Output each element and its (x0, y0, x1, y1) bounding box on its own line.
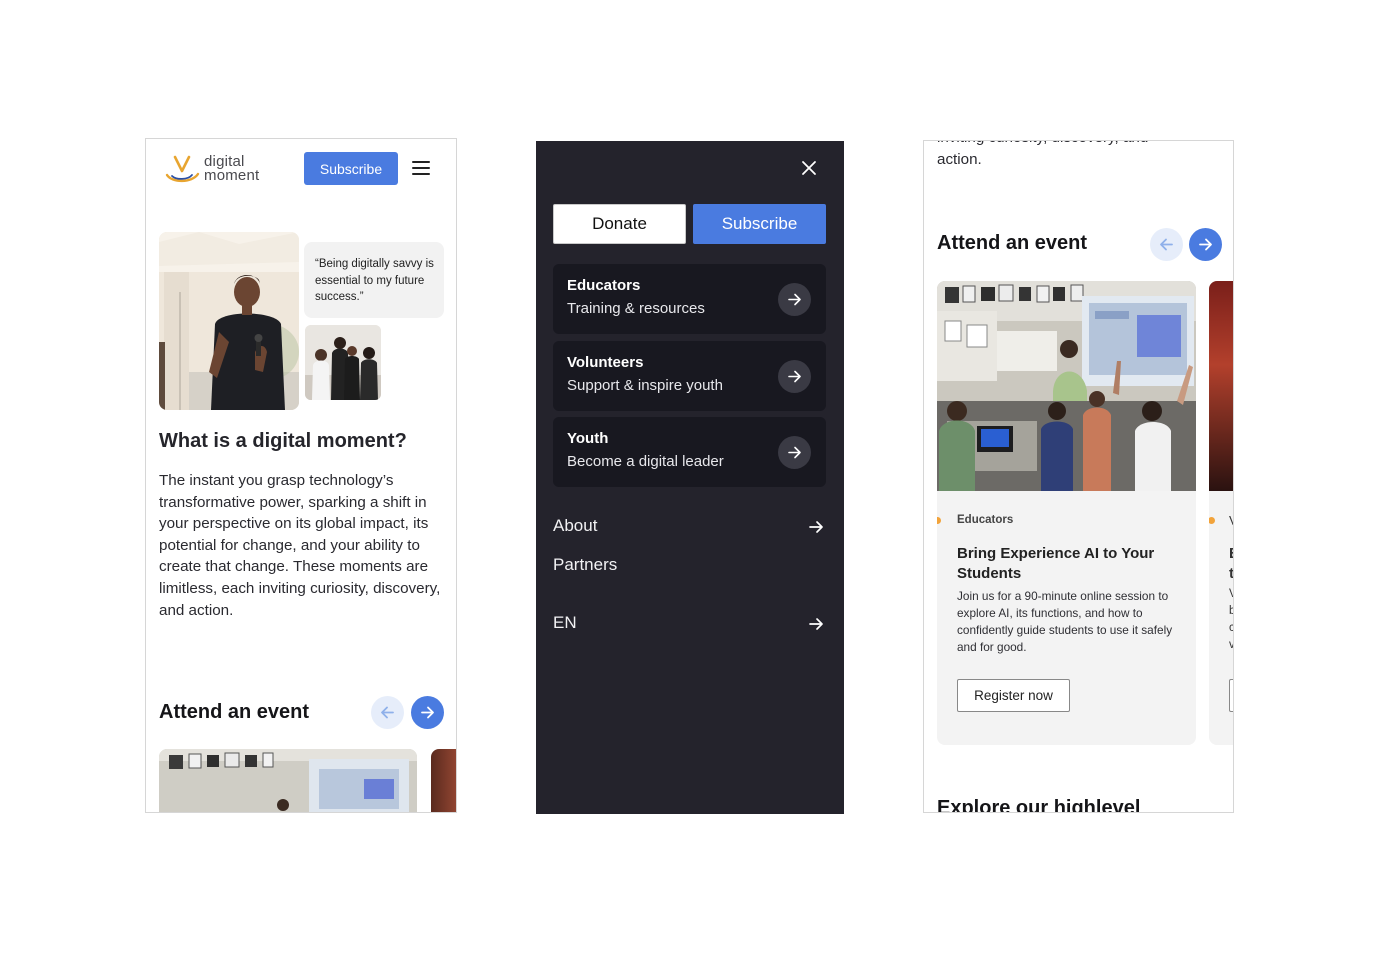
next-card-desc-char: v (1229, 639, 1233, 651)
section-body-end: inviting curiosity, discovery, and actio… (937, 141, 1148, 168)
hero-photo (159, 232, 299, 410)
logo[interactable]: digital moment (164, 153, 274, 189)
event-image (1209, 281, 1233, 491)
subscribe-button[interactable]: Subscribe (693, 204, 826, 244)
event-title[interactable]: Bring Experience AI to Your Students (957, 544, 1182, 584)
menu-link-label: Partners (553, 555, 618, 574)
subscribe-button[interactable]: Subscribe (304, 152, 398, 185)
group-photo (305, 325, 381, 400)
logo-mark-icon (165, 155, 200, 183)
menu-card-educators[interactable]: Educators Training & resources (553, 264, 826, 334)
category-dot (937, 517, 941, 524)
event-card-next[interactable]: V E t V b c v (1209, 281, 1234, 745)
menu-card-arrow[interactable] (778, 436, 811, 469)
logo-line-2: moment (204, 167, 260, 184)
next-card-desc-char: c (1229, 622, 1233, 634)
home-screen: digital moment Subscribe “Being digitall… (145, 138, 457, 813)
event-category: Educators (957, 514, 1014, 526)
language-label: EN (553, 613, 577, 632)
menu-link-label: About (553, 516, 598, 535)
register-button[interactable]: Register now (957, 679, 1070, 712)
menu-link-about[interactable]: About (553, 516, 826, 536)
arrow-right-icon (809, 618, 823, 630)
quote-text: “Being digitally savvy is essential to m… (315, 258, 434, 303)
arrow-left-icon (1160, 238, 1173, 251)
site-header: digital moment Subscribe (146, 139, 456, 199)
hamburger-icon[interactable] (412, 161, 430, 175)
nav-menu: Donate Subscribe Educators Training & re… (536, 141, 844, 814)
next-card-title-char: E (1229, 545, 1233, 562)
menu-card-arrow[interactable] (778, 283, 811, 316)
arrow-right-icon (788, 370, 801, 383)
menu-card-youth[interactable]: Youth Become a digital leader (553, 417, 826, 487)
event-image[interactable] (159, 749, 417, 812)
events-screen: inviting curiosity, discovery, and actio… (923, 140, 1234, 813)
category-dot (1209, 517, 1215, 524)
arrow-right-icon (788, 446, 801, 459)
donate-button[interactable]: Donate (553, 204, 686, 244)
menu-card-volunteers[interactable]: Volunteers Support & inspire youth (553, 341, 826, 411)
event-description: Join us for a 90-minute online session t… (957, 589, 1173, 654)
menu-card-title: Volunteers (567, 354, 644, 371)
arrow-left-icon (381, 706, 394, 719)
menu-card-title: Youth (567, 430, 609, 447)
carousel-next-button[interactable] (1189, 228, 1222, 261)
arrow-right-icon (788, 293, 801, 306)
arrow-right-icon (1199, 238, 1212, 251)
menu-card-title: Educators (567, 277, 641, 294)
section-body: The instant you grasp technology’s trans… (159, 472, 441, 619)
arrow-right-icon (809, 521, 823, 533)
language-selector[interactable]: EN (553, 613, 826, 633)
next-card-title-char: t (1229, 565, 1234, 582)
arrow-right-icon (421, 706, 434, 719)
next-card-desc-char: b (1229, 605, 1233, 617)
quote-card: “Being digitally savvy is essential to m… (304, 242, 444, 318)
event-card[interactable]: Educators Bring Experience AI to Your St… (937, 281, 1196, 745)
events-heading: Attend an event (937, 232, 1088, 254)
events-heading: Attend an event (159, 701, 310, 723)
close-icon[interactable] (801, 160, 817, 176)
menu-card-arrow[interactable] (778, 360, 811, 393)
menu-card-subtitle: Support & inspire youth (567, 377, 723, 394)
next-card-desc-char: V (1229, 588, 1233, 600)
register-button[interactable] (1229, 679, 1233, 712)
carousel-prev-button[interactable] (1150, 228, 1183, 261)
menu-link-partners[interactable]: Partners (553, 555, 826, 575)
explore-heading: Explore our highlevel (937, 797, 1141, 813)
next-card-category-char: V (1229, 513, 1233, 528)
event-image-next[interactable] (431, 749, 456, 812)
section-heading: What is a digital moment? (159, 430, 407, 452)
menu-card-subtitle: Become a digital leader (567, 453, 724, 470)
carousel-prev-button[interactable] (371, 696, 404, 729)
event-image (937, 281, 1196, 491)
carousel-next-button[interactable] (411, 696, 444, 729)
menu-card-subtitle: Training & resources (567, 300, 705, 317)
